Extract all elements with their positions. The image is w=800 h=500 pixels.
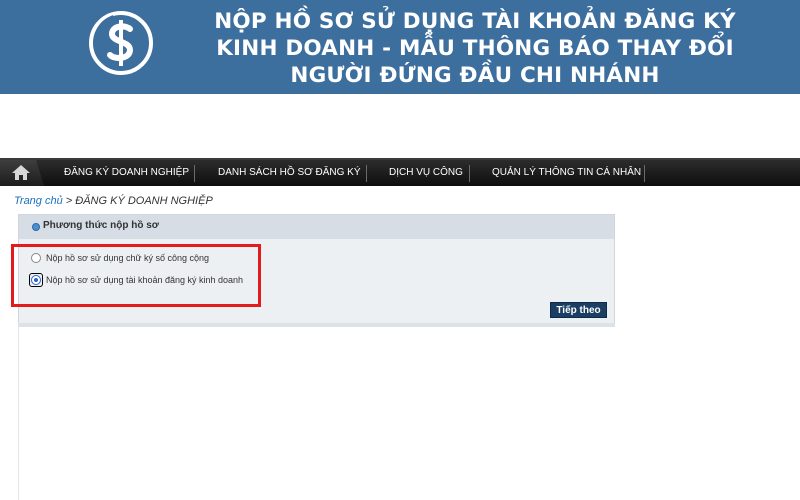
main-navbar: ĐĂNG KÝ DOANH NGHIỆP DANH SÁCH HỒ SƠ ĐĂN… (0, 158, 800, 186)
info-bullet-icon (32, 223, 40, 231)
content-left-border (18, 327, 19, 500)
nav-separator (194, 165, 195, 182)
dollar-coin-logo-icon (89, 11, 153, 75)
nav-separator (366, 165, 367, 182)
home-button[interactable] (0, 160, 44, 186)
banner-title-line-2: KINH DOANH - MẪU THÔNG BÁO THAY ĐỔI (216, 36, 734, 61)
nav-separator (469, 165, 470, 182)
breadcrumb: Trang chủ > ĐĂNG KÝ DOANH NGHIỆP (14, 195, 213, 207)
banner-title-line-3: NGƯỜI ĐỨNG ĐẦU CHI NHÁNH (290, 63, 660, 88)
nav-item-quan-ly-thong-tin[interactable]: QUẢN LÝ THÔNG TIN CÁ NHÂN (492, 160, 641, 186)
breadcrumb-separator: > (62, 195, 76, 207)
banner-title: NỘP HỒ SƠ SỬ DỤNG TÀI KHOẢN ĐĂNG KÝ KINH… (160, 8, 790, 89)
panel-header: Phương thức nộp hồ sơ (19, 215, 614, 239)
red-highlight-annotation (11, 244, 261, 307)
banner-title-line-1: NỘP HỒ SƠ SỬ DỤNG TÀI KHOẢN ĐĂNG KÝ (214, 9, 736, 34)
panel-footer-bar (18, 323, 615, 327)
nav-item-dich-vu-cong[interactable]: DỊCH VỤ CÔNG (389, 160, 463, 186)
header-banner: NỘP HỒ SƠ SỬ DỤNG TÀI KHOẢN ĐĂNG KÝ KINH… (0, 0, 800, 94)
nav-item-dang-ky-doanh-nghiep[interactable]: ĐĂNG KÝ DOANH NGHIỆP (64, 160, 189, 186)
next-button[interactable]: Tiếp theo (550, 302, 607, 318)
breadcrumb-current: ĐĂNG KÝ DOANH NGHIỆP (75, 195, 213, 207)
nav-item-danh-sach-ho-so[interactable]: DANH SÁCH HỒ SƠ ĐĂNG KÝ (218, 160, 361, 186)
breadcrumb-home-link[interactable]: Trang chủ (14, 195, 63, 207)
nav-separator (644, 165, 645, 182)
home-icon (12, 165, 30, 180)
panel-title: Phương thức nộp hồ sơ (43, 220, 159, 231)
